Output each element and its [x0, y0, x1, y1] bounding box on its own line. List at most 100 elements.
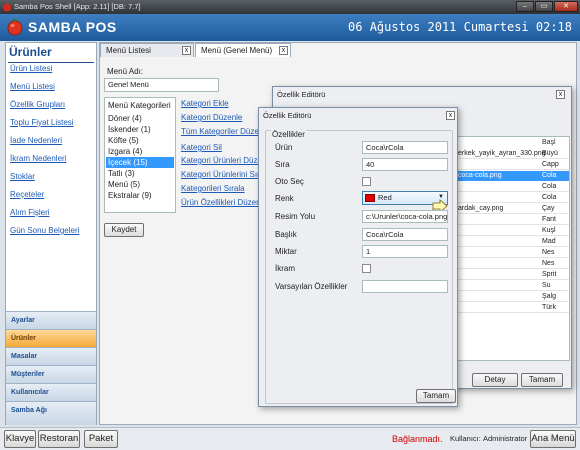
user-name: Administrator [483, 434, 528, 443]
section-ayarlar[interactable]: Ayarlar [6, 311, 96, 329]
table-row[interactable]: Kuşl [458, 226, 569, 236]
tab-close-icon[interactable]: x [279, 46, 288, 55]
kategori-sil-link[interactable]: Kategori Sil [181, 143, 222, 152]
sira-input[interactable]: 40 [362, 158, 448, 171]
menu-name-label: Menü Adı: [107, 67, 144, 76]
dialog-title: Özellik Editörü [277, 90, 326, 99]
section-samba-agi[interactable]: Samba Ağı [6, 401, 96, 425]
table-row[interactable]: erkek_yayik_ayran_330.png Büyü [458, 149, 569, 159]
resim-yolu-label: Resim Yolu [275, 212, 316, 221]
paket-button[interactable]: Paket [84, 430, 118, 448]
table-row[interactable]: Sprit [458, 270, 569, 280]
menu-name-input[interactable]: Genel Menü [104, 78, 219, 92]
table-row[interactable]: Cola [458, 182, 569, 192]
connection-status: Bağlanmadı. [392, 434, 443, 444]
tomato-logo-icon [7, 19, 23, 36]
kategori-ekle-link[interactable]: Kategori Ekle [181, 99, 229, 108]
miktar-input[interactable]: 1 [362, 245, 448, 258]
sidebar-link-alim-fisleri[interactable]: Alım Fişleri [10, 208, 50, 217]
ok-button-front[interactable]: Tamam [416, 389, 456, 403]
klavye-button[interactable]: Klavye [4, 430, 36, 448]
sidebar: Ürünler Ürün Listesi Menü Listesi Özelli… [5, 42, 97, 425]
varsayilan-input[interactable] [362, 280, 448, 293]
table-row[interactable]: Fant [458, 215, 569, 225]
menu-categories-list[interactable]: Menü Kategorileri Döner (4) İskender (1)… [104, 97, 176, 213]
table-row[interactable]: Cola [458, 193, 569, 203]
table-row[interactable]: Mad [458, 237, 569, 247]
tab-label: Menü (Genel Menü) [201, 46, 273, 55]
sidebar-title: Ürünler [9, 45, 52, 59]
tab-menu-listesi[interactable]: Menü Listesi x [100, 43, 194, 57]
list-item[interactable]: Menü (5) [106, 179, 174, 190]
varsayilan-label: Varsayılan Özellikler [275, 282, 348, 291]
dialog-close-icon[interactable]: x [556, 90, 565, 99]
table-row-selected[interactable]: coca-cola.png Cola [458, 171, 569, 181]
status-bar: Klavye Restoran Paket Bağlanmadı. Kullan… [0, 427, 580, 450]
list-item-selected[interactable]: İçecek (15) [106, 157, 174, 168]
list-item[interactable]: Döner (4) [106, 113, 174, 124]
list-item[interactable]: Ekstralar (9) [106, 190, 174, 201]
list-item[interactable]: Tatlı (3) [106, 168, 174, 179]
table-row[interactable]: Nes [458, 248, 569, 258]
resim-yolu-input[interactable]: c:\Urunler\coca-cola.png [362, 210, 448, 223]
tab-menu-genel[interactable]: Menü (Genel Menü) x [195, 43, 291, 57]
main-menu-button[interactable]: Ana Menü [530, 430, 576, 448]
window-titlebar: Samba Pos Shell [App: 2.11] [DB: 7.7] – … [0, 0, 580, 14]
urun-input[interactable]: Coca\rCola [362, 141, 448, 154]
group-label: Özellikler [271, 130, 306, 139]
dialog-title: Özellik Editörü [263, 111, 312, 120]
app-header: SAMBA POS 06 Ağustos 2011 Cumartesi 02:1… [0, 14, 580, 41]
sidebar-link-urun-listesi[interactable]: Ürün Listesi [10, 64, 52, 73]
list-item[interactable]: Izgara (4) [106, 146, 174, 157]
section-musteriler[interactable]: Müşteriler [6, 365, 96, 383]
tab-label: Menü Listesi [106, 46, 151, 55]
kategori-urunleri-sirala-link[interactable]: Kategori Ürünlerini Sır [181, 170, 260, 179]
table-row[interactable]: Nes [458, 259, 569, 269]
list-header: Menü Kategorileri [108, 101, 171, 110]
tum-kategoriler-link[interactable]: Tüm Kategoriler Düzen [181, 127, 263, 136]
ikram-checkbox[interactable] [362, 264, 371, 273]
sidebar-link-iade-nedenleri[interactable]: İade Nedenleri [10, 136, 62, 145]
oto-sec-label: Oto Seç [275, 177, 304, 186]
table-row[interactable]: ardak_cay.png Çay [458, 204, 569, 214]
ozellikler-group: Özellikler Ürün Coca\rCola Sıra 40 Oto S… [265, 130, 456, 404]
ozellik-editoru-front-dialog: Özellik Editörü x Özellikler Ürün Coca\r… [258, 107, 458, 407]
table-row[interactable]: Şalg [458, 292, 569, 302]
kategori-duzenle-link[interactable]: Kategori Düzenle [181, 113, 242, 122]
list-item[interactable]: İskender (1) [106, 124, 174, 135]
urun-ozellikleri-link[interactable]: Ürün Özellikleri Düzen [181, 198, 261, 207]
restoran-button[interactable]: Restoran [38, 430, 80, 448]
oto-sec-checkbox[interactable] [362, 177, 371, 186]
sidebar-link-menu-listesi[interactable]: Menü Listesi [10, 82, 55, 91]
brand-name: SAMBA POS [28, 19, 117, 35]
detail-button[interactable]: Detay [472, 373, 518, 387]
kategorileri-sirala-link[interactable]: Kategorileri Sırala [181, 184, 245, 193]
section-kullanicilar[interactable]: Kullanıcılar [6, 383, 96, 401]
save-button[interactable]: Kaydet [104, 223, 144, 237]
table-row[interactable]: Su [458, 281, 569, 291]
sidebar-link-stoklar[interactable]: Stoklar [10, 172, 35, 181]
table-row[interactable]: Türk [458, 303, 569, 313]
app-icon [3, 2, 11, 12]
properties-grid[interactable]: Başl erkek_yayik_ayran_330.png Büyü Capp… [457, 136, 570, 361]
section-masalar[interactable]: Masalar [6, 347, 96, 365]
maximize-button[interactable]: ▭ [535, 1, 553, 12]
sidebar-link-receteler[interactable]: Reçeteler [10, 190, 44, 199]
sidebar-link-ikram-nedenleri[interactable]: İkram Nedenleri [10, 154, 66, 163]
section-urunler[interactable]: Ürünler [6, 329, 96, 347]
dialog-close-icon[interactable]: x [446, 111, 455, 120]
ok-button-back[interactable]: Tamam [521, 373, 563, 387]
sidebar-link-ozellik-gruplari[interactable]: Özellik Grupları [10, 100, 65, 109]
sidebar-divider [8, 62, 94, 63]
list-item[interactable]: Köfte (5) [106, 135, 174, 146]
window-title: Samba Pos Shell [App: 2.11] [DB: 7.7] [14, 2, 141, 11]
tab-close-icon[interactable]: x [182, 46, 191, 55]
baslik-input[interactable]: Coca\rCola [362, 228, 448, 241]
minimize-button[interactable]: – [516, 1, 534, 12]
table-row[interactable]: Capp [458, 160, 569, 170]
kategori-urunleri-link[interactable]: Kategori Ürünleri Düzen [181, 156, 266, 165]
close-button[interactable]: ✕ [554, 1, 578, 12]
sidebar-link-gun-sonu[interactable]: Gün Sonu Belgeleri [10, 226, 79, 235]
sidebar-link-toplu-fiyat[interactable]: Toplu Fiyat Listesi [10, 118, 74, 127]
baslik-label: Başlık [275, 230, 297, 239]
